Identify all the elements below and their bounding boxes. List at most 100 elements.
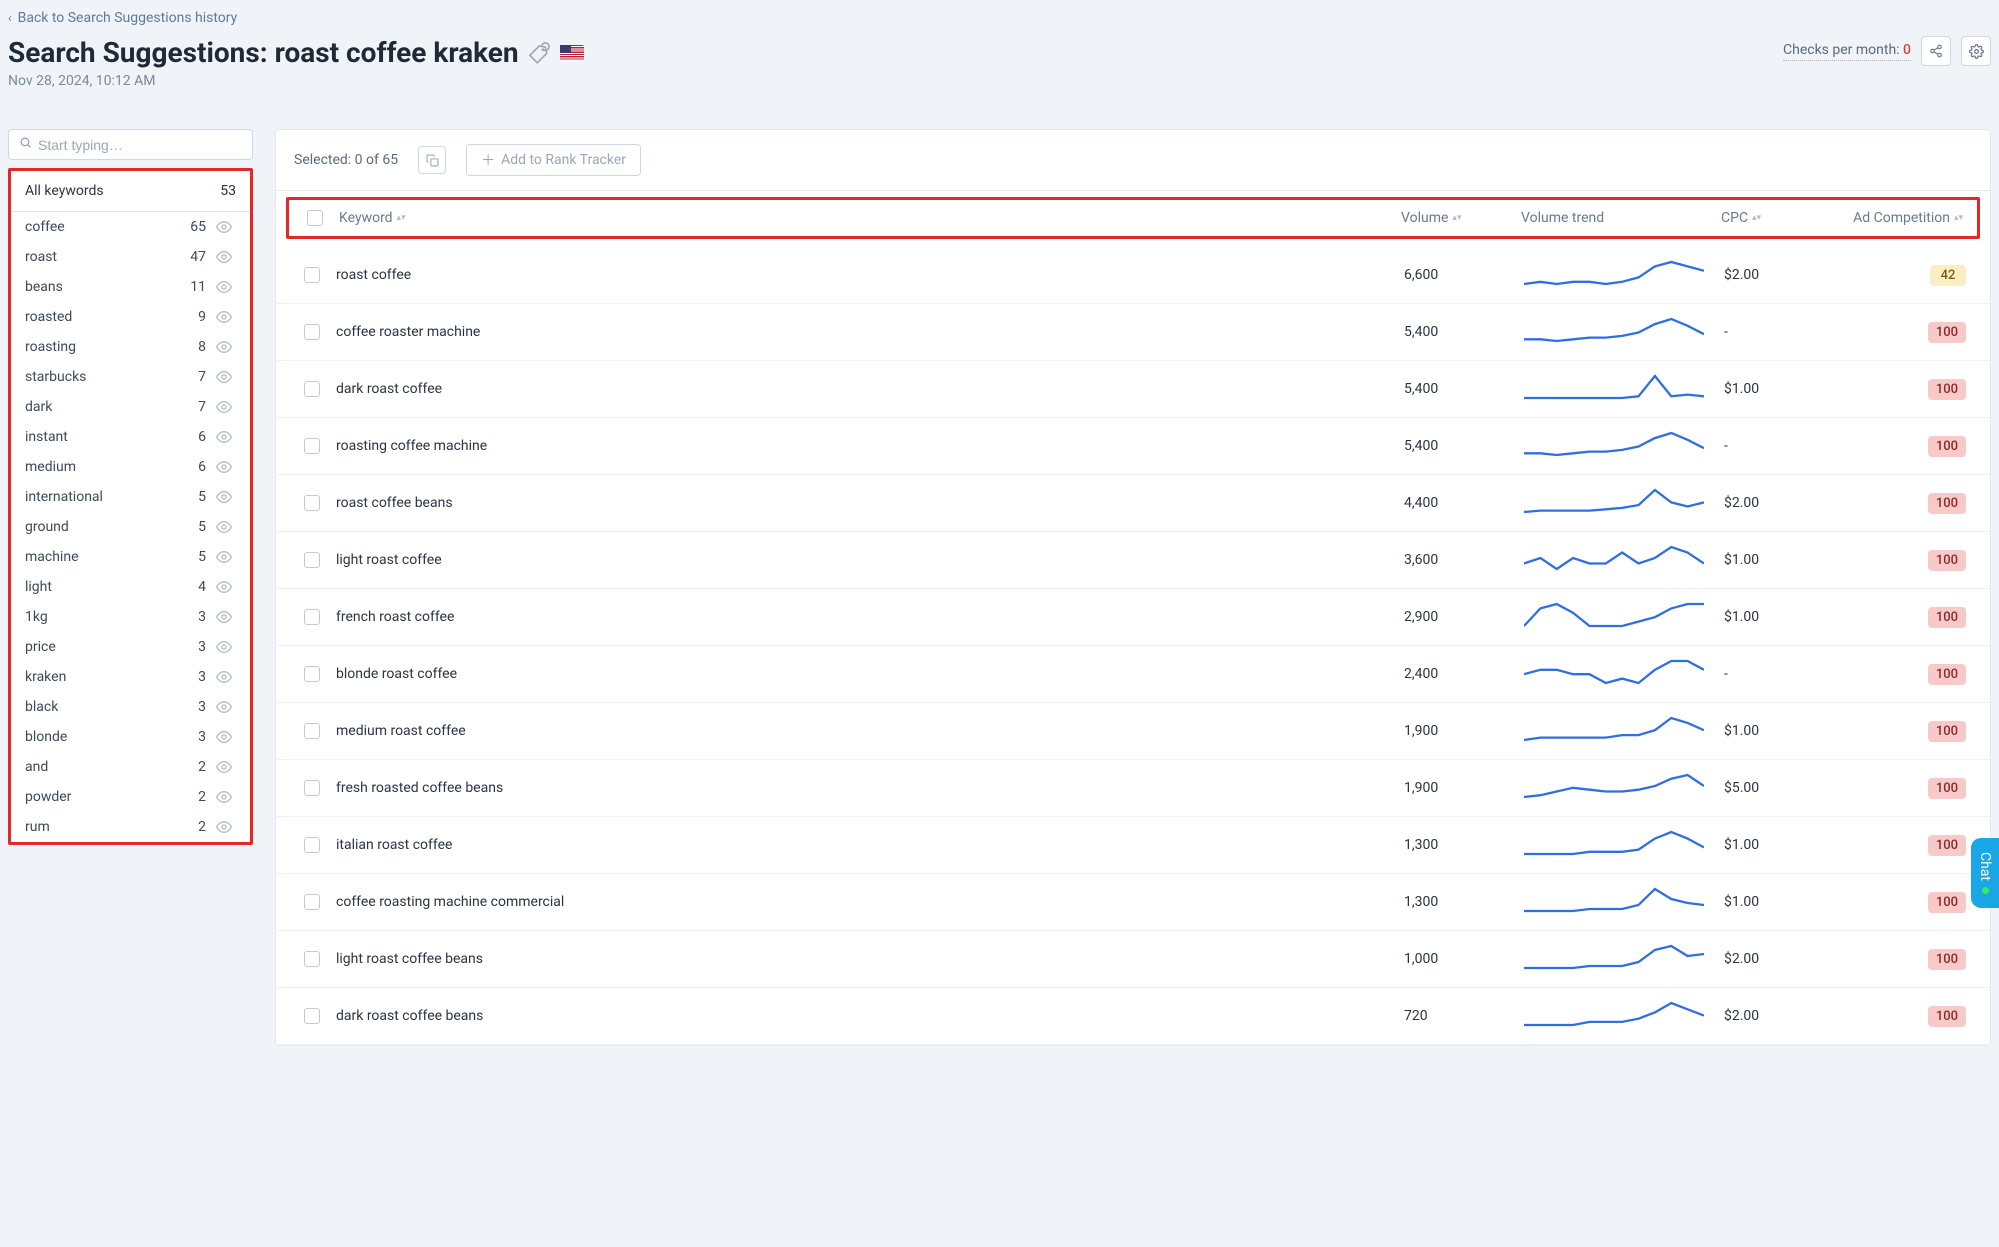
- cell-keyword[interactable]: dark roast coffee beans: [332, 1008, 1404, 1024]
- eye-icon[interactable]: [216, 819, 232, 835]
- cell-keyword[interactable]: coffee roasting machine commercial: [332, 894, 1404, 910]
- row-checkbox[interactable]: [304, 1008, 320, 1024]
- cell-keyword[interactable]: blonde roast coffee: [332, 666, 1404, 682]
- keyword-filter-row[interactable]: kraken3: [11, 662, 246, 692]
- row-checkbox[interactable]: [304, 780, 320, 796]
- select-all-checkbox[interactable]: [307, 210, 323, 226]
- eye-icon[interactable]: [216, 519, 232, 535]
- keyword-filter-row[interactable]: blonde3: [11, 722, 246, 752]
- keyword-filter-row[interactable]: roast47: [11, 242, 246, 272]
- results-panel: Selected: 0 of 65 ＋ Add to Rank Tracker …: [275, 129, 1991, 1046]
- keyword-filter-count: 3: [188, 699, 206, 715]
- keyword-filter-row[interactable]: beans11: [11, 272, 246, 302]
- tag-icon[interactable]: 🏷︎: [527, 40, 551, 65]
- eye-icon[interactable]: [216, 759, 232, 775]
- cell-keyword[interactable]: french roast coffee: [332, 609, 1404, 625]
- keyword-filter-row[interactable]: instant6: [11, 422, 246, 452]
- keyword-filter-panel: All keywords 53 coffee65roast47beans11ro…: [8, 168, 253, 845]
- column-volume[interactable]: Volume▴▾: [1401, 210, 1521, 226]
- eye-icon[interactable]: [216, 279, 232, 295]
- row-checkbox[interactable]: [304, 837, 320, 853]
- keyword-filter-row[interactable]: medium6: [11, 452, 246, 482]
- row-checkbox[interactable]: [304, 267, 320, 283]
- cell-volume: 1,000: [1404, 951, 1524, 967]
- all-keywords-row[interactable]: All keywords 53: [11, 171, 250, 212]
- row-checkbox[interactable]: [304, 381, 320, 397]
- keyword-filter-name: black: [25, 699, 188, 715]
- keyword-filter-name: beans: [25, 279, 188, 295]
- chat-widget[interactable]: Chat: [1971, 838, 1999, 908]
- cell-keyword[interactable]: dark roast coffee: [332, 381, 1404, 397]
- add-to-rank-tracker-button[interactable]: ＋ Add to Rank Tracker: [466, 144, 641, 176]
- checks-per-month: Checks per month: 0: [1783, 42, 1911, 61]
- eye-icon[interactable]: [216, 489, 232, 505]
- row-checkbox[interactable]: [304, 495, 320, 511]
- keyword-filter-count: 65: [188, 219, 206, 235]
- keyword-filter-row[interactable]: international5: [11, 482, 246, 512]
- cell-trend: [1524, 601, 1724, 633]
- eye-icon[interactable]: [216, 609, 232, 625]
- cell-keyword[interactable]: light roast coffee: [332, 552, 1404, 568]
- eye-icon[interactable]: [216, 549, 232, 565]
- eye-icon[interactable]: [216, 219, 232, 235]
- eye-icon[interactable]: [216, 729, 232, 745]
- column-ad-competition[interactable]: Ad Competition▴▾: [1841, 210, 1971, 226]
- keyword-filter-row[interactable]: starbucks7: [11, 362, 246, 392]
- keyword-filter-row[interactable]: rum2: [11, 812, 246, 842]
- keyword-filter-row[interactable]: and2: [11, 752, 246, 782]
- cell-keyword[interactable]: fresh roasted coffee beans: [332, 780, 1404, 796]
- eye-icon[interactable]: [216, 639, 232, 655]
- eye-icon[interactable]: [216, 369, 232, 385]
- keyword-filter-row[interactable]: machine5: [11, 542, 246, 572]
- keyword-filter-count: 4: [188, 579, 206, 595]
- keyword-filter-row[interactable]: roasting8: [11, 332, 246, 362]
- settings-button[interactable]: [1961, 36, 1991, 66]
- keyword-filter-row[interactable]: price3: [11, 632, 246, 662]
- keyword-filter-count: 8: [188, 339, 206, 355]
- row-checkbox[interactable]: [304, 324, 320, 340]
- keyword-filter-row[interactable]: coffee65: [11, 212, 246, 242]
- row-checkbox[interactable]: [304, 723, 320, 739]
- keyword-filter-row[interactable]: light4: [11, 572, 246, 602]
- eye-icon[interactable]: [216, 249, 232, 265]
- eye-icon[interactable]: [216, 699, 232, 715]
- cell-keyword[interactable]: light roast coffee beans: [332, 951, 1404, 967]
- cell-keyword[interactable]: medium roast coffee: [332, 723, 1404, 739]
- eye-icon[interactable]: [216, 339, 232, 355]
- keyword-filter-row[interactable]: black3: [11, 692, 246, 722]
- column-keyword[interactable]: Keyword▴▾: [335, 210, 1401, 226]
- column-volume-trend[interactable]: Volume trend: [1521, 210, 1721, 226]
- eye-icon[interactable]: [216, 579, 232, 595]
- eye-icon[interactable]: [216, 789, 232, 805]
- cell-ad-competition: 100: [1844, 607, 1974, 628]
- keyword-filter-row[interactable]: powder2: [11, 782, 246, 812]
- cell-ad-competition: 100: [1844, 664, 1974, 685]
- back-link[interactable]: ‹ Back to Search Suggestions history: [8, 10, 237, 26]
- row-checkbox[interactable]: [304, 666, 320, 682]
- row-checkbox[interactable]: [304, 438, 320, 454]
- row-checkbox[interactable]: [304, 951, 320, 967]
- eye-icon[interactable]: [216, 459, 232, 475]
- keyword-filter-row[interactable]: ground5: [11, 512, 246, 542]
- keyword-filter-row[interactable]: roasted9: [11, 302, 246, 332]
- copy-button[interactable]: [418, 146, 446, 174]
- search-input-wrap[interactable]: [8, 129, 253, 160]
- share-button[interactable]: [1921, 36, 1951, 66]
- cell-keyword[interactable]: roast coffee beans: [332, 495, 1404, 511]
- cell-keyword[interactable]: roast coffee: [332, 267, 1404, 283]
- eye-icon[interactable]: [216, 309, 232, 325]
- cell-keyword[interactable]: coffee roaster machine: [332, 324, 1404, 340]
- column-cpc[interactable]: CPC▴▾: [1721, 210, 1841, 226]
- row-checkbox[interactable]: [304, 552, 320, 568]
- row-checkbox[interactable]: [304, 894, 320, 910]
- keyword-filter-row[interactable]: dark7: [11, 392, 246, 422]
- row-checkbox[interactable]: [304, 609, 320, 625]
- eye-icon[interactable]: [216, 399, 232, 415]
- eye-icon[interactable]: [216, 429, 232, 445]
- eye-icon[interactable]: [216, 669, 232, 685]
- cell-volume: 6,600: [1404, 267, 1524, 283]
- cell-keyword[interactable]: italian roast coffee: [332, 837, 1404, 853]
- cell-keyword[interactable]: roasting coffee machine: [332, 438, 1404, 454]
- search-input[interactable]: [38, 137, 242, 153]
- keyword-filter-row[interactable]: 1kg3: [11, 602, 246, 632]
